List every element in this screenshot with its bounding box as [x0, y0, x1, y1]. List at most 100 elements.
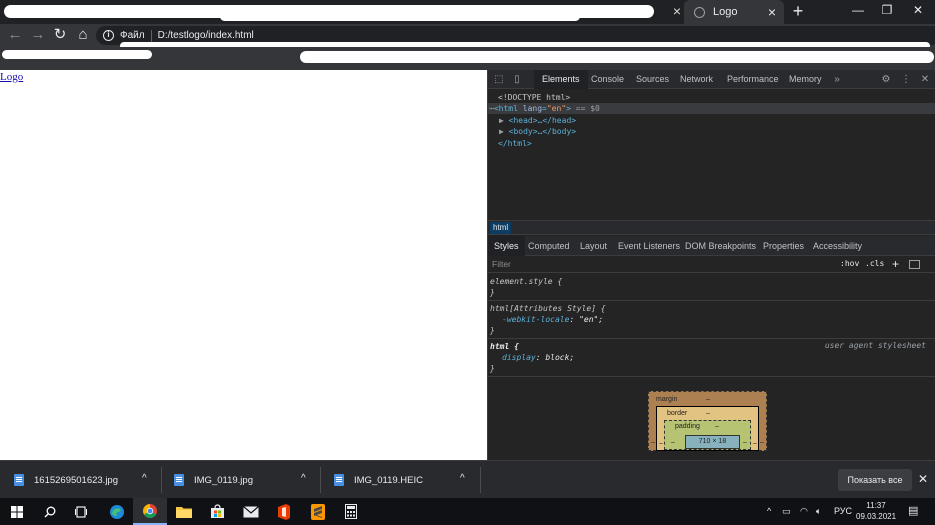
dom-head-node[interactable]: ▶ <head>…</head>	[499, 115, 576, 126]
chevron-up-icon[interactable]: ^	[460, 473, 465, 484]
cls-toggle[interactable]: .cls	[865, 259, 884, 268]
notifications-icon[interactable]: ▤	[908, 505, 918, 517]
styles-tabbar: Styles Computed Layout Event Listeners D…	[488, 236, 935, 256]
volume-icon[interactable]: 🔈︎	[816, 505, 821, 517]
tab-title: Logo	[713, 6, 738, 18]
tab-event-listeners[interactable]: Event Listeners	[618, 236, 680, 256]
input-language[interactable]: РУС	[834, 505, 852, 517]
download-item[interactable]: IMG_0119.HEIC ^	[334, 461, 484, 499]
filter-input[interactable]: Filter	[492, 259, 511, 269]
tab-dom-breakpoints[interactable]: DOM Breakpoints	[685, 236, 756, 256]
border-top-value: –	[706, 410, 710, 417]
info-icon[interactable]: i	[103, 30, 114, 41]
gear-icon[interactable]: ⚙	[880, 73, 892, 86]
new-rule-icon[interactable]: +	[892, 257, 899, 271]
browser-toolbar: ← → ↻ ⌂ i Файл D:/testlogo/index.html	[0, 24, 935, 50]
border-right-value: –	[753, 440, 757, 447]
inspect-element-icon[interactable]: ⬚	[493, 73, 505, 86]
task-view-icon[interactable]	[64, 498, 98, 525]
tab-layout[interactable]: Layout	[580, 236, 607, 256]
download-item[interactable]: 1615269501623.jpg ^	[14, 461, 164, 499]
scheme-label: Файл	[120, 30, 145, 41]
office-icon[interactable]	[267, 498, 301, 525]
tab-computed[interactable]: Computed	[528, 236, 570, 256]
dom-body-node[interactable]: ▶ <body>…</body>	[499, 126, 576, 137]
box-model-content[interactable]: 710 × 18	[685, 435, 740, 449]
css-property[interactable]: display	[502, 353, 536, 362]
clock-date: 09.03.2021	[856, 512, 897, 521]
redaction-scribble	[220, 12, 580, 21]
tab-close-icon[interactable]: ×	[768, 4, 776, 20]
chevron-up-icon[interactable]: ^	[301, 473, 306, 484]
mail-icon[interactable]	[234, 498, 268, 525]
file-icon	[14, 474, 24, 486]
globe-icon	[694, 6, 705, 18]
tab-close-icon[interactable]: ×	[670, 3, 684, 19]
dom-html-close[interactable]: </html>	[498, 138, 532, 149]
home-button[interactable]: ⌂	[75, 27, 91, 43]
file-explorer-icon[interactable]	[167, 498, 201, 525]
dom-doctype[interactable]: <!DOCTYPE html>	[498, 92, 570, 103]
reload-button[interactable]: ↻	[52, 27, 68, 43]
kebab-menu-icon[interactable]: ⋮	[900, 73, 912, 86]
device-toolbar-icon[interactable]: ▯	[511, 73, 523, 86]
tab-sources[interactable]: Sources	[636, 70, 669, 89]
tab-properties[interactable]: Properties	[763, 236, 804, 256]
tab-styles[interactable]: Styles	[488, 236, 525, 256]
download-item[interactable]: IMG_0119.jpg ^	[174, 461, 324, 499]
expand-triangle-icon[interactable]: ▶	[499, 127, 509, 136]
windows-start-icon[interactable]	[0, 498, 34, 525]
redaction-scribble	[2, 50, 152, 59]
box-model-margin[interactable]: margin – – – border – – – padding – – – …	[648, 391, 767, 451]
chevron-up-icon[interactable]: ^	[142, 473, 147, 484]
url-text[interactable]: D:/testlogo/index.html	[158, 30, 254, 41]
search-icon[interactable]	[33, 498, 67, 525]
forward-button[interactable]: →	[30, 27, 46, 43]
rule-close-brace: }	[490, 288, 495, 297]
rule-html-user-agent: html { user agent stylesheet display: bl…	[488, 339, 935, 377]
toggle-sidebar-icon[interactable]	[909, 260, 920, 269]
chrome-icon[interactable]	[133, 498, 167, 525]
download-filename: IMG_0119.HEIC	[354, 474, 423, 486]
download-filename: IMG_0119.jpg	[194, 474, 253, 486]
tab-performance[interactable]: Performance	[727, 70, 779, 89]
minimize-button[interactable]: —	[850, 2, 866, 18]
hov-toggle[interactable]: :hov	[840, 259, 859, 268]
show-all-button[interactable]: Показать все	[838, 469, 912, 491]
new-tab-button[interactable]: +	[790, 1, 806, 21]
tray-overflow-icon[interactable]: ^	[767, 505, 771, 517]
tab-elements[interactable]: Elements	[534, 70, 588, 89]
browser-tab-strip: × Logo × + — ❐ ✕	[0, 0, 935, 24]
store-icon[interactable]	[200, 498, 234, 525]
restore-button[interactable]: ❐	[879, 2, 895, 18]
wifi-icon[interactable]: ◠	[800, 505, 808, 517]
edge-icon[interactable]	[100, 498, 134, 525]
tab-accessibility[interactable]: Accessibility	[813, 236, 862, 256]
close-icon[interactable]: ✕	[918, 472, 928, 486]
download-shelf: 1615269501623.jpg ^ IMG_0119.jpg ^ IMG_0…	[0, 460, 935, 498]
sublime-text-icon[interactable]	[301, 498, 335, 525]
tab-network[interactable]: Network	[680, 70, 713, 89]
tab-active[interactable]: Logo ×	[684, 0, 784, 24]
battery-icon[interactable]: ▭	[782, 505, 791, 517]
back-button[interactable]: ←	[7, 27, 23, 43]
rule-element-style: element.style { }	[488, 274, 935, 301]
more-tabs-icon[interactable]: »	[831, 73, 843, 86]
css-property[interactable]: -webkit-locale	[502, 315, 569, 324]
close-window-button[interactable]: ✕	[910, 2, 926, 18]
tab-console[interactable]: Console	[591, 70, 624, 89]
html-open-tag: <html	[493, 104, 518, 113]
box-model-border[interactable]: border – – – padding – – – 710 × 18	[656, 406, 759, 451]
logo-link[interactable]: Logo	[0, 71, 23, 83]
calculator-icon[interactable]	[334, 498, 368, 525]
close-icon[interactable]: ✕	[919, 73, 931, 86]
tab-memory[interactable]: Memory	[789, 70, 822, 89]
colon: :	[569, 315, 580, 324]
dom-html-node[interactable]: ⋯<html lang="en"> == $0	[488, 103, 935, 114]
css-value[interactable]: "en";	[579, 315, 603, 324]
breadcrumb-html[interactable]: html	[490, 222, 512, 234]
system-clock[interactable]: 11:37 09.03.2021	[856, 500, 896, 522]
box-model-padding[interactable]: padding – – – 710 × 18	[664, 420, 751, 450]
css-value[interactable]: block;	[545, 353, 574, 362]
expand-triangle-icon[interactable]: ▶	[499, 116, 509, 125]
